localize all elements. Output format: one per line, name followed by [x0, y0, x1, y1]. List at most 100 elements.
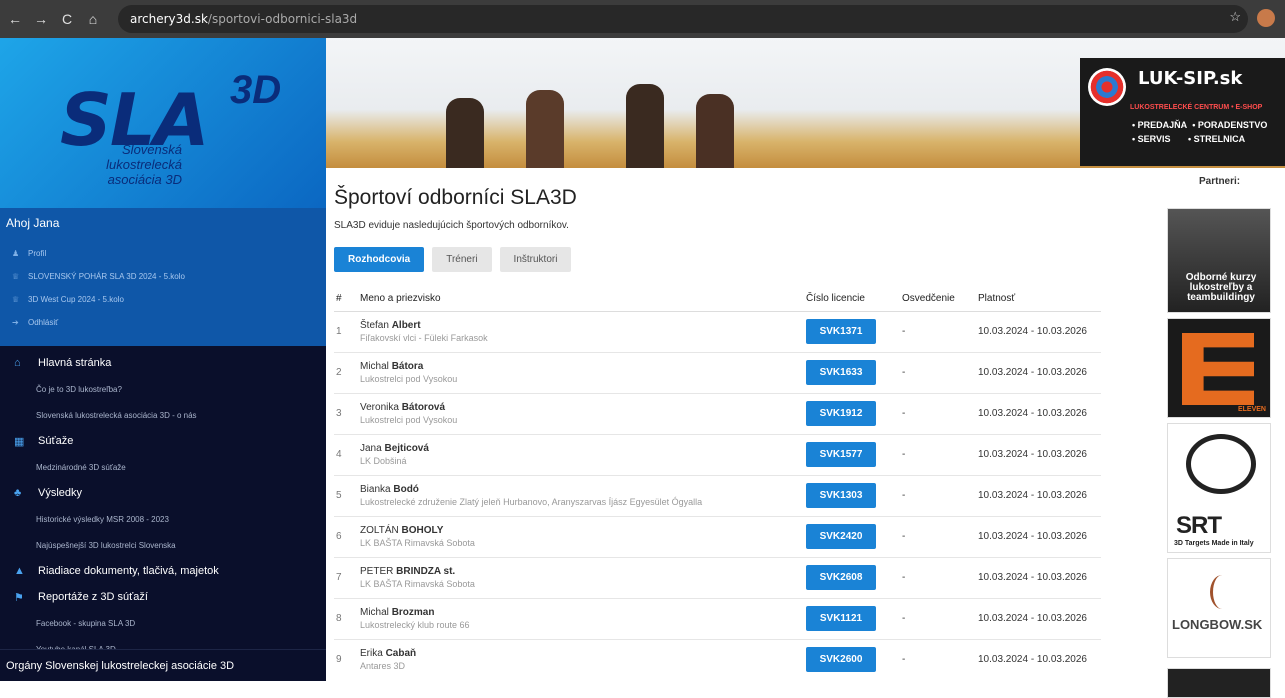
- star-icon[interactable]: ☆: [1229, 9, 1241, 27]
- submenu-item[interactable]: Najúspešnejší 3D lukostrelci Slovenska: [0, 532, 326, 558]
- menu-item[interactable]: ▦ Súťaže: [0, 428, 326, 454]
- license-cell: SVK1577: [806, 433, 900, 475]
- reload-icon[interactable]: C: [56, 11, 78, 27]
- partner-eleven-logo[interactable]: ELEVEN: [1167, 318, 1271, 418]
- browser-toolbar: ← → C ⌂ archery3d.sk/sportovi-odbornici-…: [0, 0, 1285, 38]
- ram-horn-icon: [1186, 434, 1256, 494]
- partner-srt-subtitle: 3D Targets Made in Italy: [1174, 540, 1254, 547]
- club-name: Antares 3D: [360, 661, 406, 672]
- submenu-item[interactable]: Čo je to 3D lukostreľba?: [0, 376, 326, 402]
- address-bar[interactable]: archery3d.sk/sportovi-odbornici-sla3d: [118, 5, 1248, 33]
- menu-label: Súťaže: [38, 435, 74, 447]
- submenu-item[interactable]: Historické výsledky MSR 2008 - 2023: [0, 506, 326, 532]
- submenu-item[interactable]: Slovenská lukostrelecká asociácia 3D - o…: [0, 402, 326, 428]
- row-number: 5: [334, 474, 360, 516]
- user-icon: ♟: [12, 249, 20, 258]
- promo-item: • SERVIS: [1132, 134, 1171, 144]
- menu-item[interactable]: ⌂ Hlavná stránka: [0, 350, 326, 376]
- certificate-cell: -: [900, 556, 978, 598]
- certificate-cell: -: [900, 597, 978, 639]
- row-number: 3: [334, 392, 360, 434]
- users-icon: ♣: [14, 487, 22, 499]
- first-name: Michal: [360, 361, 389, 372]
- club-name: Lukostrelecké združenie Zlatý jeleň Hurb…: [360, 497, 703, 507]
- submenu-item[interactable]: Facebook - skupina SLA 3D: [0, 610, 326, 636]
- promo-subtitle: LUKOSTRELECKÉ CENTRUM • E-SHOP: [1130, 104, 1263, 111]
- archer-figure: [626, 84, 664, 168]
- license-cell: SVK1371: [806, 310, 900, 352]
- license-button[interactable]: SVK1371: [806, 319, 876, 344]
- main-content: Športoví odborníci SLA3D SLA3D eviduje n…: [326, 168, 1161, 681]
- partner-eleven-text: ELEVEN: [1237, 406, 1266, 413]
- user-link-item[interactable]: ♟ Profil: [0, 242, 326, 265]
- table-row: 7 PETER BRINDZA st. LK BAŠTA Rimavská Sobo…: [334, 556, 1101, 598]
- partner-srt-logo[interactable]: SRT 3D Targets Made in Italy: [1167, 423, 1271, 553]
- back-icon[interactable]: ←: [4, 11, 26, 27]
- license-button[interactable]: SVK2600: [806, 647, 876, 673]
- user-link-item[interactable]: ➔ Odhlásiť: [0, 311, 326, 334]
- person-name: Štefan Albert: [360, 320, 806, 331]
- license-button[interactable]: SVK2608: [806, 565, 876, 590]
- license-cell: SVK1912: [806, 392, 900, 434]
- license-button[interactable]: SVK1303: [806, 483, 876, 508]
- menu-item-organs[interactable]: Orgány Slovenskej lukostreleckej asociác…: [0, 649, 326, 681]
- partners-sidebar: Partneri: Odborné kurzy lukostreľby a te…: [1161, 168, 1285, 698]
- person-name: Jana Bejticová: [360, 443, 806, 454]
- user-link-item[interactable]: ♕ 3D West Cup 2024 - 5.kolo: [0, 288, 326, 311]
- partner-courses-banner[interactable]: Odborné kurzy lukostreľby a teambuilding…: [1167, 208, 1271, 313]
- menu-label: Medzinárodné 3D súťaže: [36, 462, 126, 472]
- user-link-item[interactable]: ♕ SLOVENSKÝ POHÁR SLA 3D 2024 - 5.kolo: [0, 265, 326, 288]
- column-header: Meno a priezvisko: [360, 286, 806, 312]
- license-button[interactable]: SVK1121: [806, 606, 876, 631]
- person-name: ZOLTÁN BOHOLY: [360, 525, 806, 536]
- tab-1[interactable]: Tréneri: [432, 247, 492, 272]
- trophy-icon: ♕: [12, 295, 20, 304]
- archer-figure: [446, 98, 484, 168]
- last-name: Bátorová: [401, 402, 446, 413]
- forward-icon[interactable]: →: [30, 11, 52, 27]
- menu-item[interactable]: ♣ Výsledky: [0, 480, 326, 506]
- license-button[interactable]: SVK2420: [806, 524, 876, 549]
- last-name: Cabaň: [385, 648, 417, 660]
- menu-item[interactable]: ⚑ Reportáže z 3D súťaží: [0, 584, 326, 610]
- site-logo[interactable]: SLA 3D Slovenská lukostrelecká asociácia…: [0, 38, 326, 208]
- license-button[interactable]: SVK1633: [806, 360, 876, 385]
- logo-subtitle: Slovenská lukostrelecká asociácia 3D: [106, 142, 182, 187]
- user-link-label: Profil: [28, 249, 47, 258]
- license-cell: SVK2600: [806, 638, 900, 680]
- last-name: Bátora: [391, 361, 424, 372]
- tab-2[interactable]: Inštruktori: [499, 247, 572, 272]
- profile-avatar[interactable]: [1257, 9, 1275, 27]
- user-link-label: SLOVENSKÝ POHÁR SLA 3D 2024 - 5.kolo: [28, 272, 185, 281]
- column-header: #: [334, 286, 360, 312]
- row-number: 7: [334, 556, 360, 598]
- luksip-advert[interactable]: LUK-SIP.sk LUKOSTRELECKÉ CENTRUM • E-SHO…: [1080, 58, 1285, 166]
- browser-actions: ☆: [1229, 9, 1275, 27]
- partner-banner-partial[interactable]: [1167, 668, 1271, 698]
- license-button[interactable]: SVK1912: [806, 401, 876, 426]
- partner-longbow-logo[interactable]: LONGBOW.SK: [1167, 558, 1271, 658]
- validity-cell: 10.03.2024 - 10.03.2026: [978, 433, 1101, 475]
- validity-cell: 10.03.2024 - 10.03.2026: [978, 515, 1101, 557]
- name-cell: Jana Bejticová LK Dobšiná: [360, 433, 806, 475]
- row-number: 9: [334, 638, 360, 680]
- license-cell: SVK2608: [806, 556, 900, 598]
- club-name: LK BAŠTA Rimavská Sobota: [360, 538, 475, 548]
- name-cell: Štefan Albert Fiľakovskí vlci - Füleki Fa…: [360, 310, 806, 352]
- home-icon[interactable]: ⌂: [82, 11, 104, 27]
- user-greeting: Ahoj Jana: [6, 216, 60, 230]
- submenu-item[interactable]: Medzinárodné 3D súťaže: [0, 454, 326, 480]
- url-domain: archery3d.sk: [130, 12, 208, 26]
- row-number: 2: [334, 351, 360, 393]
- column-header: Osvedčenie: [900, 286, 978, 312]
- last-name: Bodó: [393, 484, 419, 495]
- club-name: Lukostrelci pod Vysokou: [360, 374, 458, 384]
- validity-cell: 10.03.2024 - 10.03.2026: [978, 474, 1101, 516]
- license-button[interactable]: SVK1577: [806, 442, 876, 467]
- first-name: Štefan: [360, 320, 389, 331]
- row-number: 6: [334, 515, 360, 557]
- trophy-icon: ♕: [12, 272, 20, 281]
- tab-0[interactable]: Rozhodcovia: [334, 247, 425, 272]
- menu-item[interactable]: ▲ Riadiace dokumenty, tlačivá, majetok: [0, 558, 326, 584]
- person-name: Michal Brozman: [360, 607, 806, 618]
